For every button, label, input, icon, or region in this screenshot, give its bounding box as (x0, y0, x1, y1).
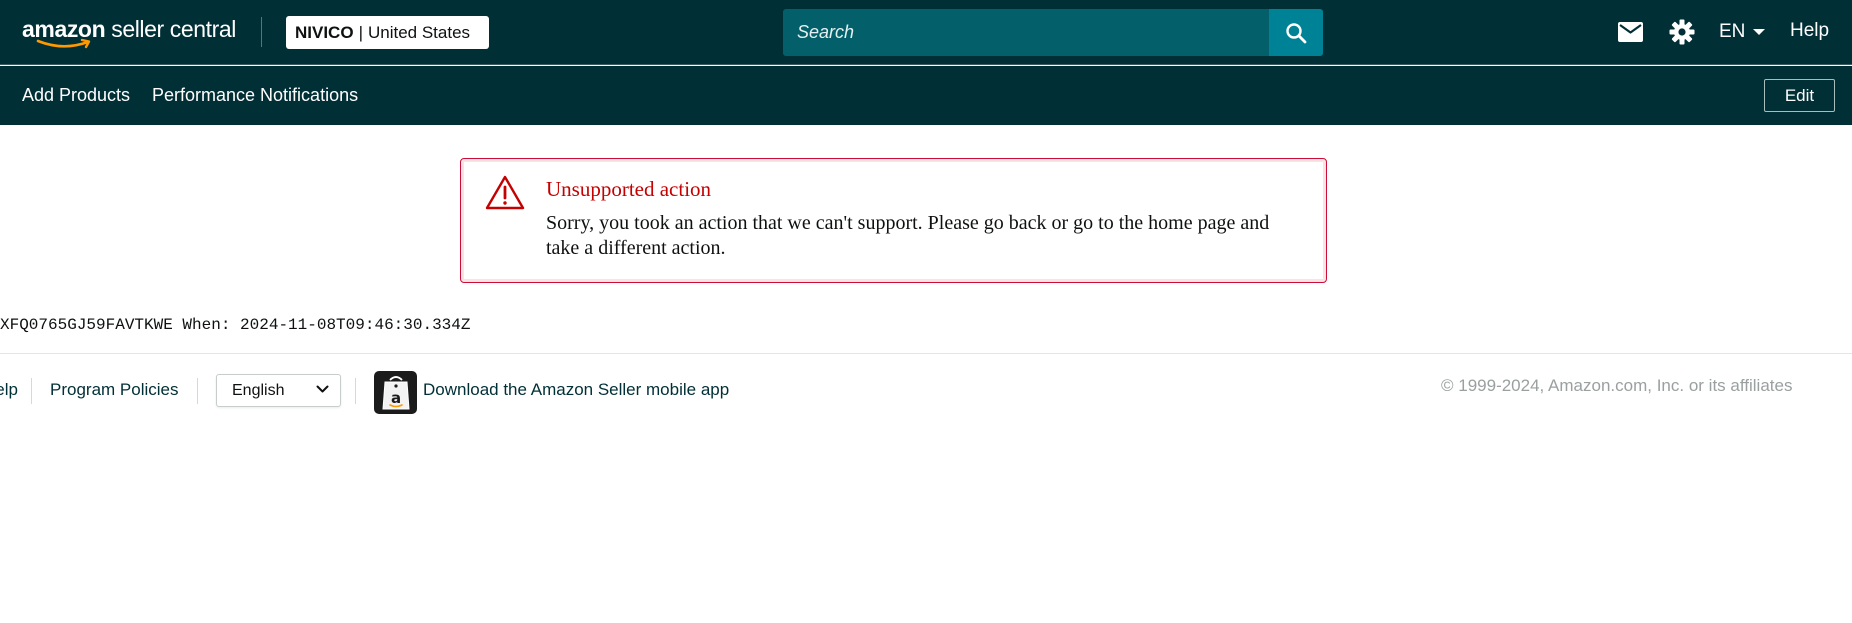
shopping-tag-icon: a (381, 375, 410, 409)
header-divider (261, 17, 262, 47)
account-separator: | (358, 22, 363, 42)
alert-message: Sorry, you took an action that we can't … (546, 212, 1270, 259)
account-switcher[interactable]: NIVICO | United States (286, 16, 489, 49)
language-label: EN (1719, 21, 1746, 42)
nav-add-products[interactable]: Add Products (22, 85, 130, 106)
footer-program-policies-link[interactable]: Program Policies (50, 380, 179, 400)
mail-icon (1617, 22, 1643, 42)
amazon-seller-central-logo[interactable]: amazon seller central (22, 14, 244, 52)
svg-text:a: a (390, 389, 400, 407)
request-info: XFQ0765GJ59FAVTKWE When: 2024-11-08T09:4… (0, 316, 471, 334)
footer-language-value: English (232, 381, 285, 399)
footer: Help Program Policies English a Download… (0, 371, 1852, 416)
nav-performance-notifications[interactable]: Performance Notifications (152, 85, 358, 106)
footer-separator (355, 378, 356, 404)
edit-nav-button[interactable]: Edit (1764, 79, 1835, 112)
chevron-down-icon (316, 385, 329, 393)
copyright-text: © 1999-2024, Amazon.com, Inc. or its aff… (1441, 376, 1793, 395)
smile-arrow-icon (36, 38, 91, 49)
footer-help-label: Help (0, 380, 18, 399)
seller-app-icon[interactable]: a (374, 371, 417, 414)
alert-title: Unsupported action (546, 177, 712, 201)
footer-help-link[interactable]: Help (0, 380, 18, 400)
search-button[interactable] (1269, 9, 1323, 56)
top-bar: amazon seller central NIVICO | United St… (0, 0, 1852, 65)
footer-separator (31, 378, 32, 404)
warning-icon (485, 175, 525, 210)
logo-product: seller central (111, 16, 237, 42)
messages-button[interactable] (1616, 18, 1644, 46)
footer-language-select[interactable]: English (216, 374, 341, 407)
search-icon (1286, 22, 1307, 43)
caret-down-icon (1753, 29, 1766, 35)
download-app-link[interactable]: Download the Amazon Seller mobile app (423, 380, 729, 400)
settings-button[interactable] (1668, 18, 1696, 46)
footer-separator (197, 378, 198, 404)
language-selector[interactable]: EN (1719, 19, 1766, 45)
account-name: NIVICO (295, 22, 354, 42)
search-input[interactable] (797, 22, 1257, 43)
account-marketplace: United States (367, 22, 471, 42)
secondary-nav: Add Products Performance Notifications E… (0, 66, 1852, 125)
footer-divider (0, 353, 1852, 354)
search-box (783, 9, 1270, 56)
gear-icon (1669, 19, 1695, 45)
error-alert: Unsupported action Sorry, you took an ac… (460, 158, 1327, 283)
help-link[interactable]: Help (1790, 20, 1829, 42)
